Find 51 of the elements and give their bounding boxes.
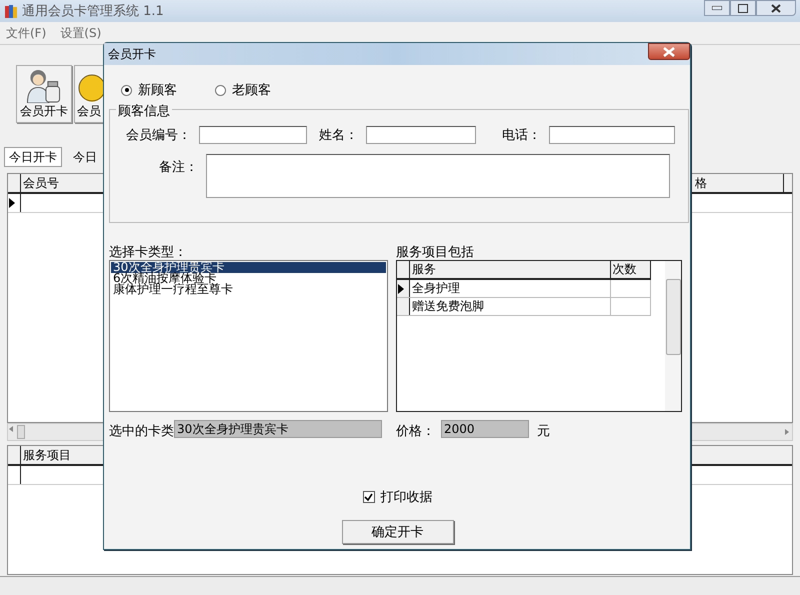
radio-button[interactable]: 老顾客 bbox=[215, 79, 271, 101]
field-label: 选中的卡类 bbox=[109, 422, 174, 436]
selected-card-field: 30次全身护理贵宾卡 bbox=[174, 420, 382, 438]
close-icon bbox=[662, 46, 676, 56]
scroll-thumb[interactable] bbox=[17, 425, 25, 439]
app-icon bbox=[4, 3, 18, 19]
tab[interactable]: 今日开卡 bbox=[4, 147, 62, 167]
field-label: 价格： bbox=[396, 422, 435, 436]
tab[interactable]: 今日 bbox=[68, 147, 102, 167]
menu-item[interactable]: 设置(S) bbox=[60, 25, 102, 41]
window-title: 通用会员卡管理系统 1.1 bbox=[22, 3, 165, 20]
table-label: 服务项目包括 bbox=[396, 244, 475, 258]
list-item[interactable]: 6次精油按摩体验卡 bbox=[111, 273, 386, 284]
remarks-field[interactable] bbox=[206, 154, 670, 198]
dialog-title: 会员开卡 bbox=[108, 46, 156, 62]
list-label: 选择卡类型： bbox=[109, 244, 188, 258]
price-field: 2000 bbox=[441, 420, 529, 438]
maximize-button[interactable] bbox=[730, 0, 756, 16]
table-cell: 赠送免费泡脚 bbox=[410, 298, 611, 315]
close-icon bbox=[771, 4, 781, 12]
list-item[interactable]: 康体护理一疗程至尊卡 bbox=[111, 284, 386, 295]
minimize-button[interactable] bbox=[704, 0, 730, 16]
field-label: 电话： bbox=[502, 127, 541, 144]
toolbar-button[interactable]: 会员开卡 bbox=[16, 65, 72, 123]
text-field[interactable] bbox=[199, 126, 307, 144]
check-icon bbox=[364, 492, 373, 502]
text-field[interactable] bbox=[366, 126, 476, 144]
text-field[interactable] bbox=[549, 126, 675, 144]
unit-label: 元 bbox=[537, 422, 550, 436]
left-arrow-icon[interactable] bbox=[8, 425, 14, 433]
vertical-scrollbar[interactable] bbox=[665, 261, 681, 411]
table-cell: 全身护理 bbox=[410, 280, 611, 297]
field-label: 姓名： bbox=[319, 127, 358, 144]
group-title: 顾客信息 bbox=[116, 102, 172, 120]
row-pointer-icon bbox=[397, 282, 405, 294]
radio-button[interactable]: 新顾客 bbox=[121, 79, 177, 101]
menu-item[interactable]: 文件(F) bbox=[6, 25, 46, 41]
maximize-icon bbox=[738, 4, 748, 12]
close-button[interactable] bbox=[756, 0, 796, 16]
row-header[interactable] bbox=[397, 298, 410, 315]
row-header[interactable] bbox=[397, 280, 410, 297]
field-label: 会员编号： bbox=[126, 127, 191, 144]
column-header: 次数 bbox=[610, 261, 652, 278]
confirm-button[interactable]: 确定开卡 bbox=[342, 520, 454, 544]
minimize-icon bbox=[712, 6, 722, 10]
close-button[interactable] bbox=[648, 43, 690, 60]
field-label: 备注： bbox=[158, 159, 199, 176]
column-header: 格 bbox=[695, 174, 784, 192]
column-header: 服务 bbox=[410, 261, 611, 278]
row-pointer-icon bbox=[8, 197, 16, 209]
print-receipt-checkbox[interactable]: 打印收据 bbox=[362, 488, 432, 506]
